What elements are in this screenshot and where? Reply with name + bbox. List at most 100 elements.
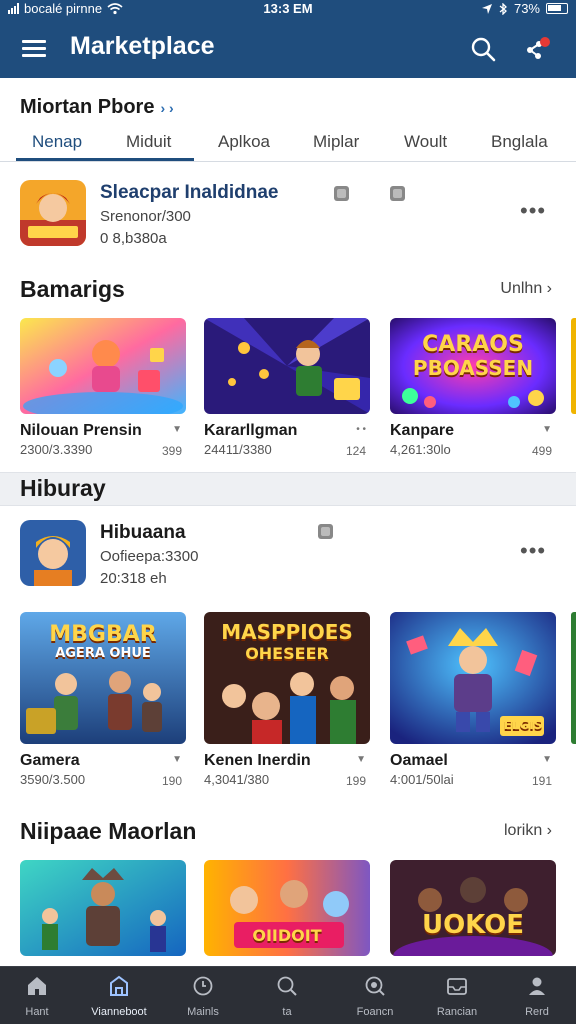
menu-button[interactable]: [22, 38, 46, 58]
search-icon[interactable]: [470, 36, 496, 62]
app-tile[interactable]: ELGIS Oamael 4:001/50lai ▼ 191: [390, 612, 556, 788]
status-right: 73%: [481, 1, 568, 16]
app-name: Nilouan Prensin: [20, 422, 142, 439]
app-tile[interactable]: MBGBAR AGERA OHUE Gamera 3590/3.500 ▼ 19…: [20, 612, 186, 788]
app-tile[interactable]: OIIDOIT: [204, 860, 370, 956]
nav-label: Foancn: [356, 1006, 394, 1018]
badge-icon[interactable]: [334, 186, 349, 201]
battery-percent: 73%: [513, 1, 540, 16]
nav-label: Hant: [25, 1006, 49, 1018]
app-artwork: MASPPIOES OHESEER: [204, 612, 370, 744]
nav-item-profile[interactable]: Rerd: [496, 973, 576, 1018]
dropdown-caret-icon[interactable]: ▼: [172, 754, 182, 765]
app-artwork: [20, 860, 186, 956]
tab-0[interactable]: Nenap: [32, 132, 82, 152]
artwork-badge-text: ELGIS: [503, 718, 543, 732]
nav-item-home[interactable]: Hant: [0, 973, 78, 1018]
artwork-title: UOKOE: [421, 910, 525, 940]
tab-active-indicator: [16, 158, 194, 161]
more-options-icon[interactable]: • •: [356, 424, 366, 435]
nav-label: Mainls: [187, 1006, 219, 1018]
section-title: Hiburay: [20, 475, 106, 501]
nav-item-foancn[interactable]: Foancn: [334, 973, 416, 1018]
dropdown-caret-icon[interactable]: ▼: [356, 754, 366, 765]
nav-item-mainls[interactable]: Mainls: [162, 973, 244, 1018]
app-tile[interactable]: MASPPIOES OHESEER Kenen Inerdin 4,3041/3…: [204, 612, 370, 788]
more-options-icon[interactable]: •••: [520, 538, 546, 564]
search-icon: [277, 976, 297, 996]
inbox-icon: [447, 978, 467, 995]
next-tile-peek[interactable]: [571, 318, 576, 414]
section-see-all-link[interactable]: Unlhn ›: [500, 280, 552, 298]
nav-label: Rancian: [436, 1006, 478, 1018]
artwork-subtitle: OHESEER: [245, 644, 329, 663]
tab-3[interactable]: Miplar: [313, 132, 359, 152]
nav-label: ta: [282, 1006, 292, 1018]
featured-app-top[interactable]: Sleacpar Inaldidnae Srenonor/300 0 8,b38…: [0, 180, 576, 270]
tab-5[interactable]: Bnglala: [491, 132, 548, 152]
status-bar: bocalé pirnne 13:3 EM 73%: [0, 0, 576, 18]
dropdown-caret-icon[interactable]: ▼: [542, 424, 552, 435]
nav-label: Rerd: [525, 1006, 549, 1018]
location-icon: [481, 3, 492, 14]
app-artwork: [204, 318, 370, 414]
bottom-navigation: Hant Vianneboot Mainls ta Foancn Rancian…: [0, 966, 576, 1024]
app-artwork: UOKOE: [390, 860, 556, 956]
app-tile[interactable]: Nilouan Prensin 2300/3.3390 ▼ 399: [20, 318, 186, 458]
app-meta-secondary: 0 8,b380a: [100, 230, 167, 247]
nav-item-rancian[interactable]: Rancian: [416, 973, 498, 1018]
featured-app-mid[interactable]: Hibuaana Oofieepa:3300 20:318 eh •••: [0, 520, 576, 610]
app-name: Gamera: [20, 752, 80, 769]
dropdown-caret-icon[interactable]: ▼: [542, 754, 552, 765]
app-name: Hibuaana: [100, 522, 186, 543]
store-heading-text: Miortan Pbore: [20, 96, 155, 118]
clock-icon: [193, 976, 213, 996]
chevron-right-icon: › ›: [160, 100, 174, 116]
artwork-title: OIIDOIT: [252, 926, 322, 945]
section-title: Bamarigs: [20, 276, 125, 302]
app-name: Sleacpar Inaldidnae: [100, 182, 279, 203]
badge-icon[interactable]: [390, 186, 405, 201]
app-artwork: [20, 318, 186, 414]
bluetooth-icon: [499, 2, 507, 15]
next-tile-peek[interactable]: [571, 612, 576, 744]
app-tile[interactable]: UOKOE: [390, 860, 556, 956]
app-title: Marketplace: [70, 32, 215, 60]
app-tile[interactable]: CARAOS PBOASSEN Kanpare 4,261:30lo ▼ 499: [390, 318, 556, 458]
app-count: 199: [345, 774, 366, 788]
app-count: 191: [531, 774, 552, 788]
more-options-icon[interactable]: •••: [520, 198, 546, 224]
artwork-subtitle: AGERA OHUE: [55, 646, 151, 661]
notification-icon[interactable]: [524, 36, 552, 62]
tab-4[interactable]: Woult: [404, 132, 447, 152]
artwork-title: MASPPIOES: [221, 620, 353, 644]
store-icon: [110, 975, 128, 996]
nav-item-marketplace[interactable]: Vianneboot: [78, 973, 160, 1018]
nav-item-search[interactable]: ta: [246, 973, 328, 1018]
app-meta-primary: Oofieepa:3300: [100, 548, 199, 565]
battery-icon: [546, 3, 568, 14]
artwork-title: MBGBAR: [49, 622, 157, 647]
dropdown-caret-icon[interactable]: ▼: [172, 424, 182, 435]
app-count: 499: [531, 444, 552, 458]
app-count: 124: [345, 444, 366, 458]
app-bar: Marketplace: [0, 18, 576, 78]
store-heading: Miortan Pbore › ›: [20, 96, 174, 119]
tab-1[interactable]: Miduit: [126, 132, 171, 152]
notification-badge: [540, 37, 550, 47]
user-icon: [529, 977, 545, 995]
badge-icon[interactable]: [318, 524, 333, 539]
artwork-title: CARAOS: [422, 332, 524, 357]
app-tile[interactable]: Kararllgman 24411/3380 • • 124: [204, 318, 370, 458]
app-icon: [20, 180, 86, 246]
app-artwork: MBGBAR AGERA OHUE: [20, 612, 186, 744]
tab-2[interactable]: Aplkoa: [218, 132, 270, 152]
artwork-subtitle: PBOASSEN: [412, 356, 534, 380]
app-artwork: ELGIS: [390, 612, 556, 744]
app-artwork: CARAOS PBOASSEN: [390, 318, 556, 414]
section-see-all-link[interactable]: lorikn ›: [504, 822, 552, 840]
app-meta-primary: Srenonor/300: [100, 208, 191, 225]
app-count: 190: [161, 774, 182, 788]
app-artwork: OIIDOIT: [204, 860, 370, 956]
app-tile[interactable]: [20, 860, 186, 956]
